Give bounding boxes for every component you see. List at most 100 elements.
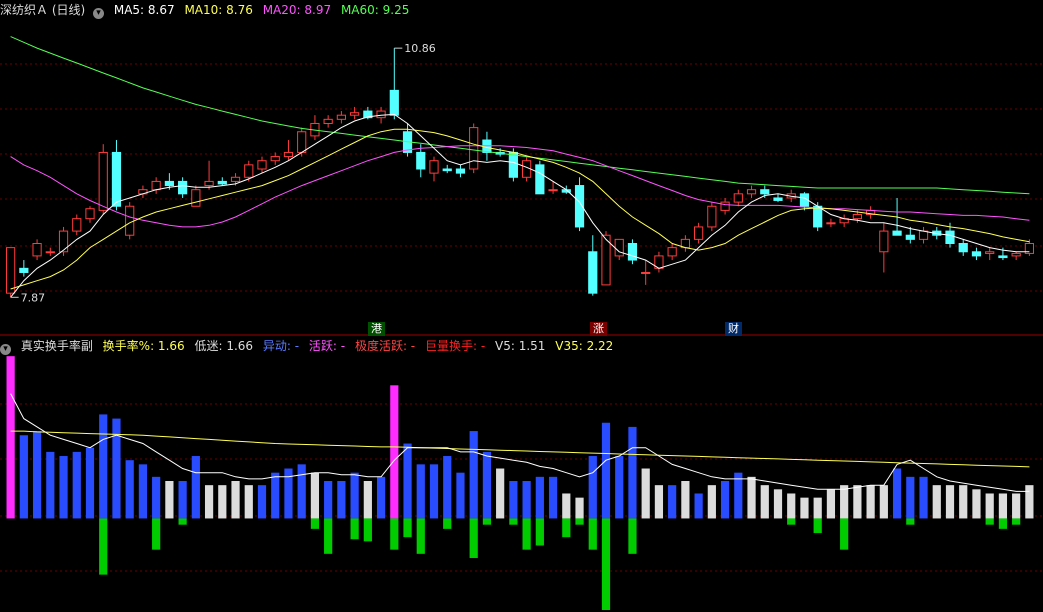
- dropdown-icon[interactable]: ▾: [0, 344, 11, 355]
- turnover-bar: [773, 489, 783, 519]
- candle-body: [641, 271, 651, 274]
- turnover-bar: [244, 485, 253, 519]
- candle-body: [852, 214, 862, 220]
- candle-body: [945, 230, 955, 244]
- turnover-negative-bar: [575, 518, 584, 525]
- turnover-bar: [469, 431, 478, 519]
- turnover-bar: [496, 468, 505, 519]
- turnover-negative-bar: [99, 518, 108, 575]
- abnormal-label: 异动: -: [262, 339, 300, 353]
- candle-body: [257, 160, 267, 170]
- turnover-label: 换手率%: 1.66: [102, 339, 185, 353]
- turnover-bar: [787, 493, 796, 519]
- turnover-bar: [138, 464, 148, 519]
- event-marker-limit-up[interactable]: 涨: [590, 322, 607, 336]
- turnover-bar: [204, 485, 214, 519]
- turnover-negative-bar: [178, 518, 187, 525]
- turnover-bar: [257, 485, 267, 519]
- indicator-title: 真实换手率副: [20, 339, 93, 353]
- candle-body: [746, 189, 757, 195]
- huge-label: 巨量换手: -: [424, 339, 486, 353]
- event-marker-finance[interactable]: 财: [725, 322, 742, 336]
- turnover-bar: [350, 472, 359, 519]
- turnover-bar: [800, 497, 809, 519]
- candle-body: [469, 127, 479, 170]
- turnover-bar: [456, 472, 465, 519]
- candle-body: [627, 243, 638, 261]
- turnover-negative-bar: [535, 518, 544, 546]
- v5-line: [10, 393, 1030, 492]
- turnover-bar: [310, 472, 320, 519]
- candle-body: [720, 201, 730, 211]
- candle-body: [667, 247, 677, 257]
- candle-body: [958, 243, 968, 253]
- candle-body: [707, 205, 717, 228]
- turnover-bar: [668, 485, 677, 519]
- turnover-bar: [615, 456, 624, 519]
- turnover-bar: [403, 443, 412, 519]
- turnover-bar: [628, 426, 637, 519]
- turnover-negative-bar: [469, 518, 478, 558]
- candle-body: [508, 151, 518, 178]
- turnover-bar: [85, 447, 95, 519]
- turnover-bar: [760, 485, 769, 519]
- candle-body: [998, 255, 1008, 259]
- candle-body: [111, 151, 122, 207]
- turnover-bar: [681, 481, 690, 519]
- turnover-bar: [271, 472, 280, 519]
- price-and-turnover-chart[interactable]: 10.86 7.87: [0, 0, 1043, 612]
- turnover-bar: [840, 485, 849, 519]
- turnover-negative-bar: [787, 518, 796, 525]
- candle-body: [733, 193, 743, 203]
- turnover-bar: [231, 481, 240, 519]
- candle-body: [204, 180, 214, 187]
- candle-body: [6, 247, 16, 294]
- min-price-label: 7.87: [21, 291, 46, 304]
- turnover-bar: [72, 451, 81, 519]
- candle-body: [336, 114, 346, 120]
- turnover-bar: [548, 476, 558, 519]
- turnover-bar: [588, 456, 597, 519]
- active-label: 活跃: -: [308, 339, 346, 353]
- turnover-bar: [972, 489, 981, 519]
- turnover-bar: [1012, 493, 1021, 519]
- ma10-line: [10, 128, 1030, 290]
- candle-body: [429, 160, 439, 174]
- dropdown-icon[interactable]: ▾: [93, 8, 105, 19]
- turnover-panel-header: ▾ 真实换手率副 换手率%: 1.66 低迷: 1.66 异动: - 活跃: -…: [0, 339, 619, 355]
- candle-body: [442, 168, 452, 172]
- turnover-bar: [443, 456, 452, 519]
- ma60-line: [10, 36, 1030, 195]
- price-panel-header: 深纺织Ａ (日线) ▾ MA5: 8.67 MA10: 8.76 MA20: 8…: [0, 3, 415, 19]
- turnover-bar: [985, 493, 994, 519]
- turnover-bar: [998, 493, 1008, 519]
- turnover-negative-bar: [416, 518, 425, 554]
- candle-body: [72, 218, 82, 232]
- turnover-bar: [959, 485, 968, 519]
- candle-body: [164, 180, 174, 187]
- candle-body: [45, 251, 55, 254]
- event-marker-hk[interactable]: 港: [368, 322, 385, 336]
- turnover-bar: [165, 481, 174, 519]
- turnover-bar: [641, 468, 650, 519]
- extreme-label: 极度活跃: -: [354, 339, 416, 353]
- candle-body: [694, 226, 704, 240]
- turnover-bar: [906, 476, 915, 519]
- turnover-bar: [1025, 485, 1034, 519]
- turnover-bar: [112, 418, 121, 519]
- candle-body: [350, 112, 360, 116]
- turnover-bar: [482, 451, 492, 519]
- candle-body: [32, 243, 42, 257]
- ma20-label: MA20: 8.97: [262, 3, 332, 17]
- candle-body: [905, 234, 915, 240]
- turnover-negative-bar: [509, 518, 518, 525]
- candle-body: [98, 151, 108, 211]
- turnover-bar: [522, 481, 531, 519]
- candle-body: [548, 189, 558, 192]
- turnover-negative-bar: [363, 518, 372, 542]
- stock-title: 深纺织Ａ (日线): [0, 3, 86, 17]
- turnover-bar: [562, 493, 571, 519]
- candle-body: [1011, 252, 1021, 257]
- candle-body: [270, 156, 280, 162]
- candle-body: [535, 164, 545, 195]
